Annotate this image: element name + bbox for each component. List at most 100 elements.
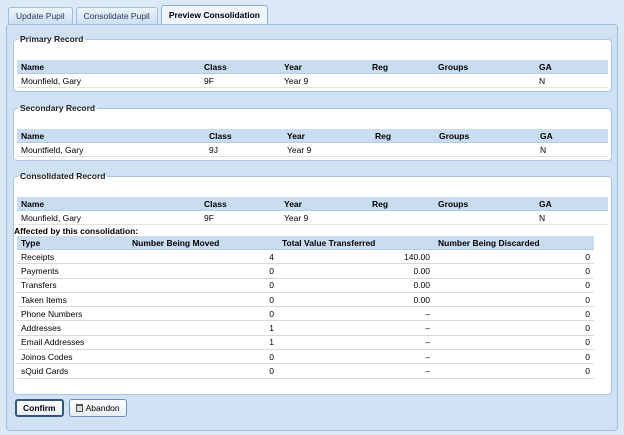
col-reg: Reg xyxy=(368,197,434,211)
primary-record-group: Primary Record Name Class Year Reg Group… xyxy=(13,34,612,92)
cell-type: sQuid Cards xyxy=(17,363,128,379)
col-class: Class xyxy=(200,60,280,74)
trash-icon xyxy=(75,404,83,412)
table-row: Receipts 4 140.00 0 xyxy=(17,249,594,265)
col-reg: Reg xyxy=(368,60,434,74)
tab-consolidate-pupil[interactable]: Consolidate Pupil xyxy=(75,7,158,24)
table-row: Mountfield, Gary 9J Year 9 N xyxy=(17,142,608,157)
col-name: Name xyxy=(17,129,205,143)
cell-moved: 0 xyxy=(128,292,278,308)
tab-bar: Update Pupil Consolidate Pupil Preview C… xyxy=(8,5,268,24)
cell-value: – xyxy=(278,349,434,365)
table-row: Payments 0 0.00 0 xyxy=(17,263,594,279)
cell-value: 0.00 xyxy=(278,292,434,308)
cell-type: Receipts xyxy=(17,249,128,265)
tab-preview-consolidation[interactable]: Preview Consolidation xyxy=(160,5,268,24)
cell-name: Mounfield, Gary xyxy=(17,73,200,88)
cell-ga: N xyxy=(535,73,608,88)
cell-groups xyxy=(434,73,535,88)
secondary-record-table: Name Class Year Reg Groups GA Mountfield… xyxy=(17,129,608,157)
cell-year: Year 9 xyxy=(280,210,368,225)
col-class: Class xyxy=(205,129,283,143)
cell-discarded: 0 xyxy=(434,249,594,265)
cell-reg xyxy=(371,142,435,157)
cell-moved: 0 xyxy=(128,363,278,379)
table-row: Email Addresses 1–0 xyxy=(17,335,594,351)
confirm-button[interactable]: Confirm xyxy=(15,399,64,417)
table-row: Mounfield, Gary 9F Year 9 N xyxy=(17,210,608,225)
cell-ga: N xyxy=(535,210,608,225)
col-discarded: Number Being Discarded xyxy=(434,236,594,250)
cell-moved: 0 xyxy=(128,278,278,293)
cell-reg xyxy=(368,210,434,225)
cell-type: Phone Numbers xyxy=(17,306,128,322)
table-row: Joinos Codes 0–0 xyxy=(17,349,594,365)
abandon-label: Abandon xyxy=(85,403,120,413)
affected-table-wrap: Type Number Being Moved Total Value Tran… xyxy=(17,236,594,379)
cell-year: Year 9 xyxy=(283,142,371,157)
secondary-record-group: Secondary Record Name Class Year Reg Gro… xyxy=(13,103,612,161)
cell-type: Transfers xyxy=(17,278,128,293)
cell-groups xyxy=(434,210,535,225)
cell-type: Joinos Codes xyxy=(17,349,128,365)
col-year: Year xyxy=(280,197,368,211)
table-row: Phone Numbers 0–0 xyxy=(17,306,594,322)
tab-update-pupil[interactable]: Update Pupil xyxy=(8,7,73,24)
col-value: Total Value Transferred xyxy=(278,236,434,250)
primary-record-title: Primary Record xyxy=(20,34,84,44)
col-groups: Groups xyxy=(434,197,535,211)
secondary-record-title: Secondary Record xyxy=(20,103,96,113)
consolidated-record-table: Name Class Year Reg Groups GA Mounfield,… xyxy=(17,197,608,225)
col-year: Year xyxy=(283,129,371,143)
cell-type: Payments xyxy=(17,263,128,279)
abandon-button[interactable]: Abandon xyxy=(68,399,127,417)
cell-value: – xyxy=(278,363,434,379)
col-type: Type xyxy=(17,236,128,250)
col-ga: GA xyxy=(535,60,608,74)
col-class: Class xyxy=(200,197,280,211)
table-row: Mounfield, Gary 9F Year 9 N xyxy=(17,73,608,88)
cell-moved: 0 xyxy=(128,263,278,279)
cell-discarded: 0 xyxy=(434,349,594,365)
col-reg: Reg xyxy=(371,129,435,143)
consolidated-record-title: Consolidated Record xyxy=(20,171,106,181)
cell-value: – xyxy=(278,306,434,322)
cell-discarded: 0 xyxy=(434,306,594,322)
cell-discarded: 0 xyxy=(434,278,594,293)
col-year: Year xyxy=(280,60,368,74)
col-ga: GA xyxy=(536,129,608,143)
table-row: Transfers 0 0.00 0 xyxy=(17,278,594,293)
table-row: Addresses 1–0 xyxy=(17,320,594,336)
cell-year: Year 9 xyxy=(280,73,368,88)
cell-moved: 0 xyxy=(128,306,278,322)
cell-class: 9F xyxy=(200,73,280,88)
cell-class: 9F xyxy=(200,210,280,225)
cell-moved: 1 xyxy=(128,320,278,336)
primary-record-table: Name Class Year Reg Groups GA Mounfield,… xyxy=(17,60,608,88)
cell-discarded: 0 xyxy=(434,363,594,379)
cell-reg xyxy=(368,73,434,88)
col-groups: Groups xyxy=(435,129,536,143)
col-moved: Number Being Moved xyxy=(128,236,278,250)
cell-type: Addresses xyxy=(17,320,128,336)
col-name: Name xyxy=(17,60,200,74)
cell-value: 140.00 xyxy=(278,249,434,265)
table-row: sQuid Cards 0–0 xyxy=(17,363,594,379)
cell-discarded: 0 xyxy=(434,335,594,351)
cell-value: 0.00 xyxy=(278,263,434,279)
cell-moved: 4 xyxy=(128,249,278,265)
cell-value: 0.00 xyxy=(278,278,434,293)
cell-class: 9J xyxy=(205,142,283,157)
cell-discarded: 0 xyxy=(434,292,594,308)
affected-table: Type Number Being Moved Total Value Tran… xyxy=(17,236,594,379)
cell-name: Mountfield, Gary xyxy=(17,142,205,157)
cell-moved: 1 xyxy=(128,335,278,351)
cell-value: – xyxy=(278,320,434,336)
action-buttons: Confirm Abandon xyxy=(15,399,127,417)
col-name: Name xyxy=(17,197,200,211)
cell-discarded: 0 xyxy=(434,263,594,279)
affected-title: Affected by this consolidation: xyxy=(14,226,139,236)
col-ga: GA xyxy=(535,197,608,211)
cell-discarded: 0 xyxy=(434,320,594,336)
cell-type: Taken Items xyxy=(17,292,128,308)
